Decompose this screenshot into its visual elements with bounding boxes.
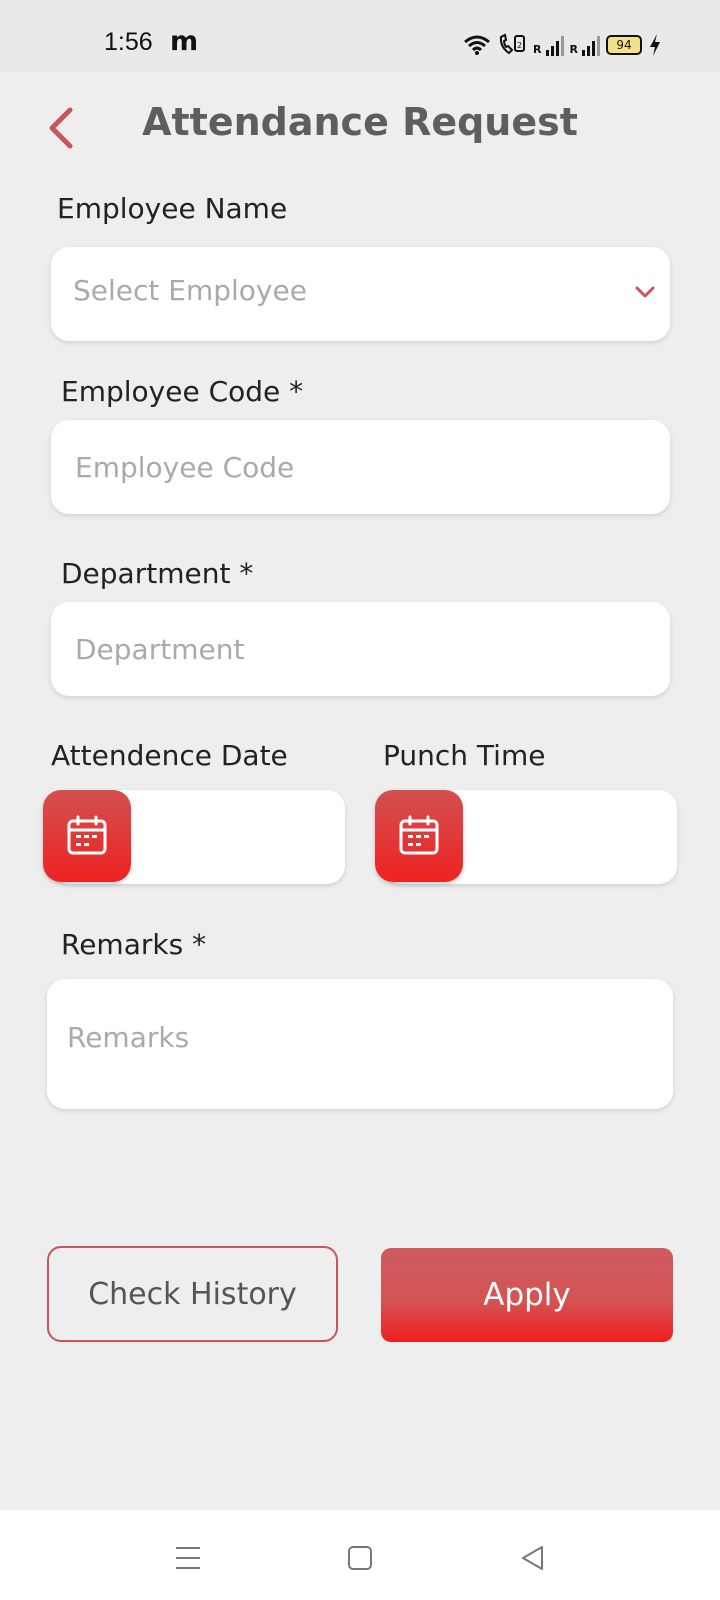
status-bar: 1:56 m 2 R R 94 bbox=[0, 0, 720, 72]
employee-code-input[interactable] bbox=[51, 420, 670, 514]
svg-text:2: 2 bbox=[517, 41, 522, 50]
status-icons: 2 R R 94 bbox=[463, 30, 662, 60]
back-icon[interactable] bbox=[512, 1540, 552, 1576]
attendance-date-field[interactable] bbox=[43, 790, 345, 884]
department-field-container bbox=[51, 602, 670, 696]
signal-icon: R bbox=[570, 34, 600, 56]
calendar-icon bbox=[67, 815, 107, 855]
employee-code-label: Employee Code * bbox=[61, 375, 304, 408]
calendar-icon bbox=[399, 815, 439, 855]
system-navigation-bar bbox=[0, 1510, 720, 1600]
employee-select[interactable]: Select Employee bbox=[51, 247, 670, 341]
punch-time-field[interactable] bbox=[375, 790, 677, 884]
attendance-date-picker-button[interactable] bbox=[43, 790, 131, 882]
chevron-down-icon bbox=[635, 286, 655, 298]
signal-roaming-label: R bbox=[533, 43, 542, 56]
page-title: Attendance Request bbox=[142, 100, 578, 144]
remarks-field-container bbox=[47, 979, 673, 1109]
signal-roaming-label: R bbox=[569, 43, 578, 56]
employee-select-placeholder: Select Employee bbox=[73, 274, 307, 307]
charging-icon bbox=[650, 34, 660, 56]
employee-name-label: Employee Name bbox=[57, 192, 288, 225]
home-icon[interactable] bbox=[340, 1540, 380, 1576]
app-notification-icon: m bbox=[170, 26, 199, 57]
signal-icon: R bbox=[533, 34, 564, 56]
punch-time-picker-button[interactable] bbox=[375, 790, 463, 882]
employee-code-field-container bbox=[51, 420, 670, 514]
wifi-icon bbox=[464, 35, 490, 55]
remarks-label: Remarks * bbox=[61, 928, 207, 961]
check-history-button[interactable]: Check History bbox=[47, 1246, 338, 1342]
app-header: Attendance Request bbox=[0, 72, 720, 176]
apply-button[interactable]: Apply bbox=[381, 1248, 673, 1342]
attendance-date-label: Attendence Date bbox=[51, 739, 288, 772]
department-input[interactable] bbox=[51, 602, 670, 696]
department-label: Department * bbox=[61, 557, 254, 590]
battery-icon: 94 bbox=[606, 35, 642, 55]
remarks-input[interactable] bbox=[47, 979, 673, 1109]
punch-time-label: Punch Time bbox=[383, 739, 546, 772]
battery-level: 94 bbox=[616, 38, 632, 52]
volte-call-icon: 2 bbox=[499, 33, 526, 55]
status-time: 1:56 bbox=[104, 28, 153, 56]
menu-icon[interactable] bbox=[168, 1540, 208, 1576]
